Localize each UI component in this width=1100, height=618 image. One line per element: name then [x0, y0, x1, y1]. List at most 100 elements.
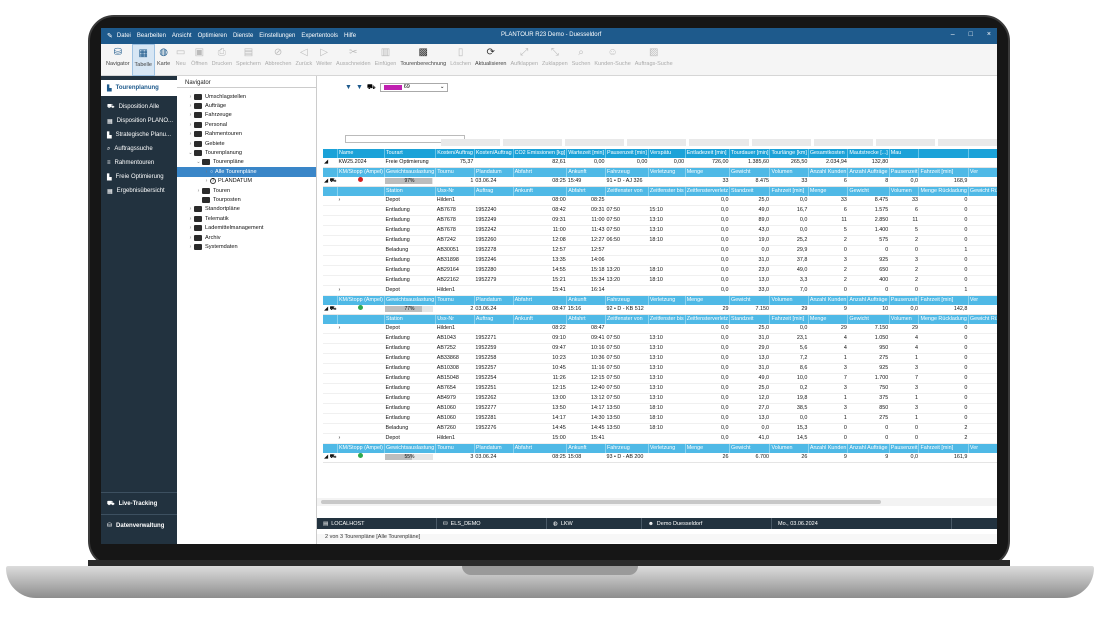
ribbon-button-14[interactable]: ⟳ Aktualisieren [473, 44, 509, 76]
column-header[interactable]: Gewichtsauslastung [384, 443, 437, 454]
column-header[interactable]: Plandatum [474, 295, 514, 306]
column-header[interactable]: Ankunft [513, 314, 568, 325]
caret-icon[interactable]: › [187, 122, 194, 128]
column-header[interactable]: Gewichtsauslastung [384, 167, 437, 178]
column-header[interactable]: Pausenzeit [889, 443, 920, 454]
column-header[interactable]: Auftrag [474, 314, 514, 325]
menu-item-3[interactable]: Optimieren [198, 33, 227, 39]
column-header[interactable]: Fahrzeit [min] [769, 314, 809, 325]
column-header[interactable]: Menge [808, 314, 849, 325]
column-header[interactable]: Volumen [889, 186, 920, 197]
sidebar-bottom-item-1[interactable]: ⛁ Datenverwaltung [101, 514, 177, 536]
column-header[interactable]: Gewicht [847, 314, 890, 325]
tree-item-13[interactable]: › Telematik [177, 214, 316, 223]
column-header[interactable]: Zeitfensterverletz [685, 186, 731, 197]
column-header[interactable]: Entladezeit [min] [685, 149, 731, 159]
column-header[interactable]: Abfahrt [566, 186, 606, 197]
column-header[interactable]: Mau [889, 149, 920, 159]
column-header[interactable]: Abfahrt [513, 167, 568, 178]
tree-item-11[interactable]: Tourposten [177, 195, 316, 204]
column-header[interactable]: Ankunft [566, 295, 606, 306]
caret-icon[interactable]: › [187, 244, 194, 250]
ribbon-button-11[interactable]: ▥ Einfügen [373, 44, 399, 76]
column-header[interactable]: Name [337, 149, 385, 159]
column-header[interactable]: Fahrzeug [605, 167, 649, 178]
sidebar-item-5[interactable]: ≡ Rahmentouren [101, 156, 177, 170]
menu-item-6[interactable]: Expertentools [301, 33, 338, 39]
column-header[interactable]: Fahrzeit [min] [918, 167, 969, 178]
tree-item-15[interactable]: › Archiv [177, 233, 316, 242]
caret-icon[interactable]: ⌄ [195, 159, 202, 165]
caret-icon[interactable]: › [187, 225, 194, 231]
column-header[interactable]: Zeitfenster von [605, 186, 649, 197]
caret-icon[interactable]: › [187, 131, 194, 137]
ribbon-button-18[interactable]: ☺ Kunden-Suche [592, 44, 632, 76]
column-header[interactable]: Gewicht [729, 443, 771, 454]
caret-icon[interactable]: › [203, 169, 210, 175]
ribbon-button-1[interactable]: ▦ Tabelle [131, 44, 155, 76]
column-header[interactable]: Plandatum [474, 167, 514, 178]
sidebar-item-2[interactable]: ▦ Disposition PLANO... [101, 114, 177, 128]
column-header[interactable]: Menge [685, 295, 731, 306]
column-header[interactable]: Abfahrt [513, 295, 568, 306]
ribbon-button-13[interactable]: ▯ Löschen [448, 44, 473, 76]
column-header[interactable]: Ver [968, 443, 997, 454]
column-header[interactable]: Verspätu [648, 149, 686, 159]
column-header[interactable]: Gewichtsauslastung [384, 295, 437, 306]
column-header[interactable]: Menge [685, 167, 731, 178]
column-header[interactable]: Pausenzeit [889, 167, 920, 178]
caret-icon[interactable]: ⌄ [187, 150, 194, 156]
ribbon-button-19[interactable]: ▨ Auftrags-Suche [633, 44, 675, 76]
column-header[interactable]: Zeitfenster bis [648, 314, 686, 325]
tree-item-12[interactable]: › Standortpläne [177, 205, 316, 214]
column-header[interactable]: Station [384, 314, 437, 325]
ribbon-button-0[interactable]: ⛁ Navigator [104, 44, 132, 76]
column-header[interactable]: Fahrzeit [min] [769, 186, 809, 197]
column-header[interactable]: Zeitfensterverletz [685, 314, 731, 325]
column-header[interactable]: Gewicht Rückladung [968, 314, 997, 325]
ribbon-button-7[interactable]: ⊘ Abbrechen [263, 44, 294, 76]
tree-item-10[interactable]: › Touren [177, 186, 316, 195]
tree-item-4[interactable]: › Rahmentouren [177, 130, 316, 139]
column-header[interactable]: Kosten/Auftrag [435, 149, 475, 159]
tree-item-5[interactable]: › Gebiete [177, 139, 316, 148]
ribbon-button-5[interactable]: ⎙ Drucken [210, 44, 234, 76]
menu-item-1[interactable]: Bearbeiten [137, 33, 166, 39]
ribbon-button-6[interactable]: ▤ Speichern [234, 44, 263, 76]
column-header[interactable]: Anzahl Kunden [808, 167, 849, 178]
menu-item-5[interactable]: Einstellungen [259, 33, 295, 39]
tree-item-8[interactable]: › ○ Alle Tourenpläne [177, 167, 316, 177]
ribbon-button-8[interactable]: ◁ Zurück [293, 44, 314, 76]
sidebar-item-3[interactable]: ▙ Strategische Planu... [101, 128, 177, 142]
column-header[interactable]: KM/Stopp (Ampel) [337, 443, 385, 454]
filter-reset-icon[interactable]: ▼ [356, 84, 363, 91]
menu-item-4[interactable]: Dienste [233, 33, 253, 39]
column-header[interactable]: Zeitfenster von [605, 314, 649, 325]
horizontal-scrollbar[interactable] [317, 498, 997, 506]
column-header[interactable]: Menge [685, 443, 731, 454]
menu-item-7[interactable]: Hilfe [344, 33, 356, 39]
tree-item-14[interactable]: › Lademittelmanagement [177, 223, 316, 232]
column-header[interactable]: Tournu [435, 443, 475, 454]
column-header[interactable]: Tourart [384, 149, 437, 159]
column-header[interactable]: Usx-Nr [435, 314, 475, 325]
tree-item-2[interactable]: › Fahrzeuge [177, 111, 316, 120]
column-header[interactable]: Volumen [889, 314, 920, 325]
caret-icon[interactable]: › [187, 94, 194, 100]
column-header[interactable]: Gesamtkosten [808, 149, 849, 159]
sidebar-bottom-item-0[interactable]: ⛟ Live-Tracking [101, 492, 177, 514]
column-header[interactable]: Kosten/Auftrag [474, 149, 514, 159]
filter-icon[interactable]: ▼ [345, 84, 352, 91]
column-header[interactable]: Standzeit [729, 186, 771, 197]
column-header[interactable]: Abfahrt [513, 443, 568, 454]
column-header[interactable]: Menge Rückladung [918, 314, 969, 325]
column-header[interactable]: KM/Stopp (Ampel) [337, 167, 385, 178]
column-header[interactable]: KM/Stopp (Ampel) [337, 295, 385, 306]
column-header[interactable]: Plandatum [474, 443, 514, 454]
sidebar-item-1[interactable]: ⛟ Disposition Alle [101, 100, 177, 114]
caret-icon[interactable]: › [187, 103, 194, 109]
caret-icon[interactable]: › [203, 178, 210, 184]
column-header[interactable]: Tourdauer [min] [729, 149, 771, 159]
column-header[interactable]: Usx-Nr [435, 186, 475, 197]
sidebar-item-4[interactable]: ⌕ Auftragssuche [101, 142, 177, 156]
